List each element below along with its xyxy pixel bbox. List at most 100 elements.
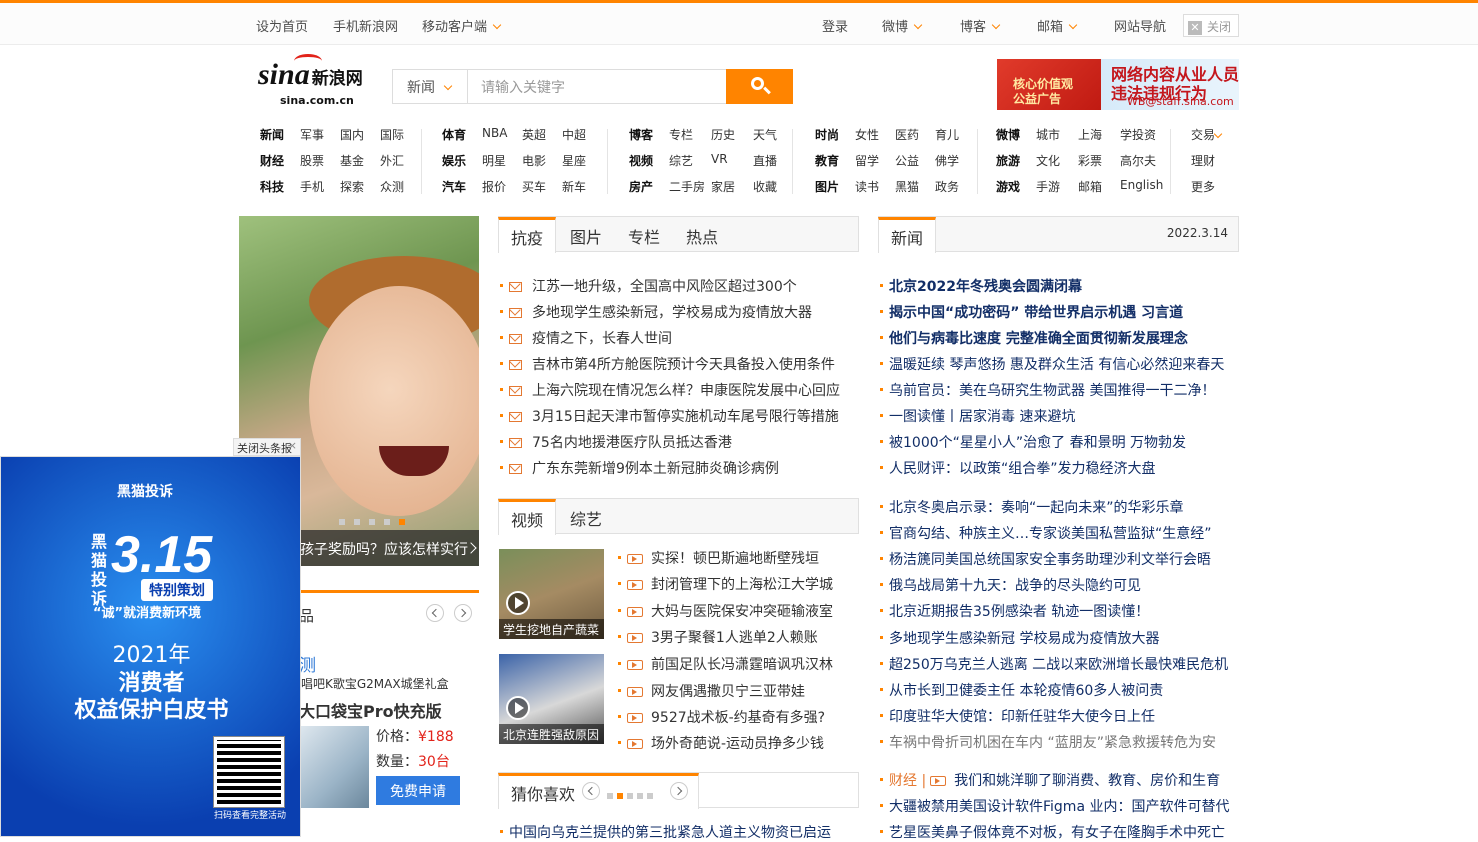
nav-link[interactable]: 上海 — [1078, 126, 1102, 143]
tab-columns[interactable]: 专栏 — [615, 217, 673, 252]
close-float-ad-button[interactable]: 关闭头条报 × — [233, 438, 301, 456]
nav-link[interactable]: 佛学 — [935, 152, 959, 169]
video-item[interactable]: 实探！顿巴斯遍地断壁残垣 — [618, 548, 819, 568]
nav-link[interactable]: 国内 — [340, 126, 364, 143]
nav-link[interactable]: 图片 — [815, 178, 839, 195]
nav-link[interactable]: 明星 — [482, 152, 506, 169]
nav-link[interactable]: 星座 — [562, 152, 586, 169]
video-item[interactable]: 场外奇葩说-运动员挣多少钱 — [617, 733, 824, 753]
sina-logo[interactable]: sina 新浪网 sina.com.cn — [258, 54, 373, 110]
tab-hot[interactable]: 热点 — [673, 217, 731, 252]
public-service-ad[interactable]: 核心价值观 公益广告 网络内容从业人员 违法违规行为 WB@staff.sina… — [997, 59, 1239, 110]
slide-dots[interactable] — [339, 514, 414, 529]
mail-menu[interactable]: 邮箱 — [1037, 16, 1078, 35]
nav-link[interactable]: 留学 — [855, 152, 879, 169]
nav-link[interactable]: 文化 — [1036, 152, 1060, 169]
next-button[interactable] — [454, 604, 472, 622]
nav-link[interactable]: 收藏 — [753, 178, 777, 195]
site-nav-link[interactable]: 网站导航 — [1114, 16, 1166, 35]
nav-link[interactable]: 游戏 — [996, 178, 1020, 195]
search-input[interactable]: 请输入关键字 — [481, 77, 565, 97]
news-item[interactable]: 江苏一地升级，全国高中风险区超过300个 — [500, 276, 797, 296]
nav-link[interactable]: 综艺 — [669, 152, 693, 169]
nav-link[interactable]: 专栏 — [669, 126, 693, 143]
nav-link[interactable]: 买车 — [522, 178, 546, 195]
nav-link[interactable]: 军事 — [300, 126, 324, 143]
floating-ad[interactable]: 黑猫投诉 黑猫投诉 3.15 特别策划 “诚”就消费新环境 2021年 消费者 … — [0, 456, 301, 837]
product-image[interactable] — [299, 726, 369, 808]
prev-button[interactable] — [426, 604, 444, 622]
headline-item[interactable]: 印度驻华大使馆：印新任驻华大使今日上任 — [880, 706, 1155, 726]
nav-link[interactable]: 股票 — [300, 152, 324, 169]
headline-item[interactable]: 北京近期报告35例感染者 轨迹一图读懂！ — [879, 601, 1149, 621]
set-homepage-link[interactable]: 设为首页 — [256, 16, 308, 35]
nav-link[interactable]: 电影 — [522, 152, 546, 169]
headline-item[interactable]: 艺星医美鼻子假体竟不对板，有女子在隆胸手术中死亡 — [880, 822, 1225, 842]
headline-item[interactable]: 从市长到卫健委主任 本轮疫情60多人被问责 — [879, 680, 1163, 700]
headline-item[interactable]: 人民财评：以政策“组合拳”发力稳经济大盘 — [880, 458, 1156, 478]
blog-menu[interactable]: 博客 — [960, 16, 1001, 35]
weibo-menu[interactable]: 微博 — [882, 16, 923, 35]
nav-link[interactable]: 学投资 — [1120, 126, 1156, 143]
more-menu[interactable]: 更多 — [1191, 178, 1215, 195]
nav-link[interactable]: 体育 — [442, 126, 466, 143]
nav-link[interactable]: 公益 — [895, 152, 919, 169]
nav-link[interactable]: 交易 — [1191, 126, 1215, 143]
nav-link[interactable]: NBA — [482, 126, 507, 140]
guess-dots[interactable] — [607, 788, 657, 803]
headline-item[interactable]: 被1000个“星星小人”治愈了 春和景明 万物勃发 — [879, 432, 1186, 452]
nav-link[interactable]: 黑猫 — [895, 178, 919, 195]
nav-link[interactable]: 家居 — [711, 178, 735, 195]
apply-button[interactable]: 免费申请 — [376, 776, 460, 805]
nav-link[interactable]: 娱乐 — [442, 152, 466, 169]
headline-item[interactable]: 杨洁篪同美国总统国家安全事务助理沙利文举行会晤 — [880, 549, 1211, 569]
headline-item[interactable]: 多地现学生感染新冠 学校易成为疫情放大器 — [879, 628, 1159, 648]
headline-item[interactable]: 车祸中骨折司机困在车内 “蓝朋友”紧急救援转危为安 — [880, 732, 1216, 752]
nav-link[interactable]: VR — [711, 152, 728, 166]
next-button[interactable] — [670, 782, 688, 800]
nav-link[interactable]: 探索 — [340, 178, 364, 195]
close-button[interactable]: ✕ 关闭 — [1183, 14, 1239, 37]
headline-item[interactable]: 大疆被禁用美国设计软件Figma 业内：国产软件可替代 — [879, 796, 1229, 816]
nav-link[interactable]: 房产 — [629, 178, 653, 195]
video-item[interactable]: 3男子聚餐1人逃单2人赖账 — [618, 627, 818, 647]
nav-link[interactable]: 彩票 — [1078, 152, 1102, 169]
news-item[interactable]: 3月15日起天津市暂停实施机动车尾号限行等措施 — [500, 406, 839, 426]
nav-link[interactable]: 城市 — [1036, 126, 1060, 143]
finance-item[interactable]: 财经 | 我们和姚洋聊了聊消费、教育、房价和生育 — [879, 770, 1220, 790]
headline-item[interactable]: 北京冬奥启示录：奏响“一起向未来”的华彩乐章 — [880, 497, 1184, 517]
headline-item[interactable]: 超250万乌克兰人逃离 二战以来欧洲增长最快难民危机 — [879, 654, 1228, 674]
nav-link[interactable]: 直播 — [753, 152, 777, 169]
nav-link[interactable]: 旅游 — [996, 152, 1020, 169]
tab-pictures[interactable]: 图片 — [557, 217, 615, 252]
nav-link[interactable]: 报价 — [482, 178, 506, 195]
nav-link[interactable]: 外汇 — [380, 152, 404, 169]
nav-link[interactable]: 读书 — [855, 178, 879, 195]
tab-news[interactable]: 新闻 — [878, 217, 936, 253]
nav-link[interactable]: 时尚 — [815, 126, 839, 143]
prev-button[interactable] — [582, 782, 600, 800]
login-link[interactable]: 登录 — [822, 16, 848, 35]
headline-item[interactable]: 俄乌战局第十九天：战争的尽头隐约可见 — [880, 575, 1141, 595]
nav-link[interactable]: 新闻 — [260, 126, 284, 143]
nav-link[interactable]: 国际 — [380, 126, 404, 143]
nav-link[interactable]: 政务 — [935, 178, 959, 195]
nav-link[interactable]: 高尔夫 — [1120, 152, 1156, 169]
product-name[interactable]: 大口袋宝Pro快充版 — [299, 698, 442, 722]
nav-link[interactable]: 新车 — [562, 178, 586, 195]
nav-link[interactable]: 英超 — [522, 126, 546, 143]
news-item[interactable]: 广东东莞新增9例本土新冠肺炎确诊病例 — [500, 458, 779, 478]
headline-item[interactable]: 一图读懂丨居家消毒 速来避坑 — [879, 406, 1075, 426]
news-item[interactable]: 75名内地援港医疗队员抵达香港 — [500, 432, 732, 452]
nav-link[interactable]: 育儿 — [935, 126, 959, 143]
nav-link[interactable]: 博客 — [629, 126, 653, 143]
news-item[interactable]: 上海六院现在情况怎么样？申康医院发展中心回应 — [500, 380, 840, 400]
nav-link[interactable]: 汽车 — [442, 178, 466, 195]
news-item[interactable]: 多地现学生感染新冠，学校易成为疫情放大器 — [500, 302, 812, 322]
nav-link[interactable]: 众测 — [380, 178, 404, 195]
headline-item[interactable]: 他们与病毒比速度 完整准确全面贯彻新发展理念 — [880, 328, 1188, 348]
video-item[interactable]: 大妈与医院保安冲突砸输液室 — [618, 601, 833, 621]
nav-link[interactable]: 科技 — [260, 178, 284, 195]
headline-item[interactable]: 官商勾结、种族主义…专家谈美国私营监狱“生意经” — [880, 523, 1212, 543]
headline-item[interactable]: 温暖延续 琴声悠扬 惠及群众生活 有信心必然迎来春天 — [879, 354, 1224, 374]
